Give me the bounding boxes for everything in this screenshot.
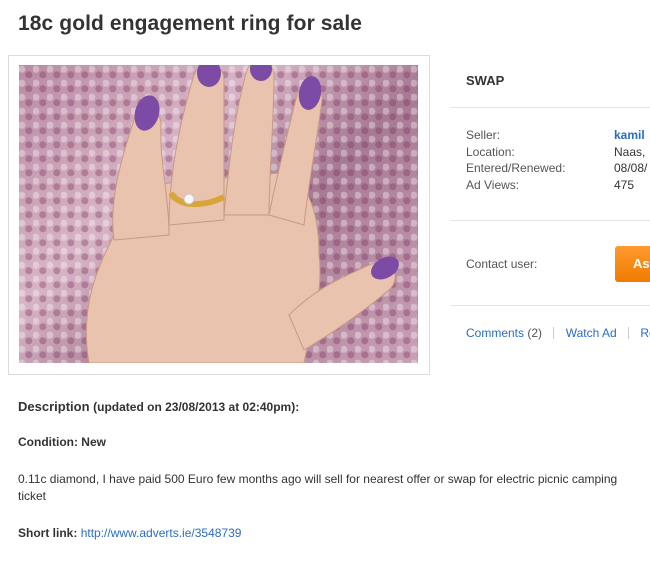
comments-link[interactable]: Comments: [466, 326, 524, 340]
ask-question-button[interactable]: As: [615, 246, 650, 282]
seller-link[interactable]: kamil: [614, 127, 645, 144]
description-title: Description: [18, 399, 90, 414]
entered-label: Entered/Renewed:: [466, 161, 566, 175]
divider: [450, 107, 650, 108]
hand-photo-image: [85, 65, 399, 363]
separator: [627, 327, 629, 339]
contact-label: Contact user:: [466, 257, 538, 271]
location-value: Naas,: [614, 144, 646, 159]
comments-count: (2): [527, 326, 543, 340]
ad-details: Seller: kamil Location: Naas, Entered/Re…: [466, 127, 647, 193]
description-heading: Description (updated on 23/08/2013 at 02…: [18, 399, 638, 414]
views-value: 475: [614, 177, 635, 192]
divider: [450, 305, 650, 306]
report-link[interactable]: Rep: [640, 326, 650, 340]
entered-value: 08/08/: [614, 161, 648, 175]
ad-actions: Comments (2) Watch Ad Rep: [466, 326, 650, 340]
ad-title: 18c gold engagement ring for sale: [18, 12, 363, 35]
ad-photo[interactable]: [19, 65, 418, 363]
ad-sidebar: SWAP Seller: kamil Location: Naas, Enter…: [450, 55, 650, 375]
description-updated: (updated on 23/08/2013 at 02:40pm):: [93, 400, 300, 414]
condition-label: Condition: New: [18, 435, 106, 449]
short-link-label: Short link:: [18, 526, 78, 540]
seller-label: Seller:: [466, 128, 501, 142]
location-label: Location:: [466, 144, 515, 159]
short-link-row: Short link: http://www.adverts.ie/354873…: [18, 526, 241, 540]
views-label: Ad Views:: [466, 177, 520, 192]
description-section: Description (updated on 23/08/2013 at 02…: [18, 399, 638, 540]
ad-type-label: SWAP: [466, 73, 505, 88]
photo-frame: [8, 55, 430, 375]
description-text: 0.11c diamond, I have paid 500 Euro few …: [18, 472, 618, 503]
divider: [450, 220, 650, 221]
watch-ad-link[interactable]: Watch Ad: [566, 326, 617, 340]
short-link[interactable]: http://www.adverts.ie/3548739: [81, 526, 242, 540]
separator: [553, 327, 555, 339]
